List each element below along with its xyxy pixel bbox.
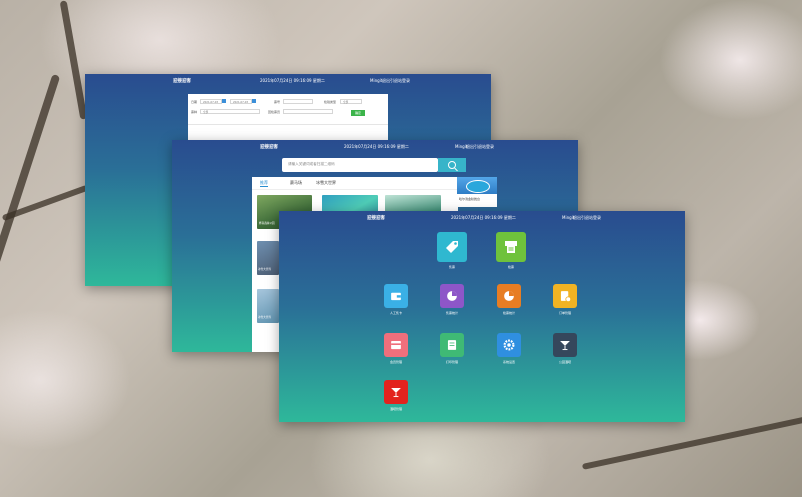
background-branch: [0, 73, 61, 277]
date-to-input[interactable]: 2021-07-03: [230, 99, 252, 104]
promo-image: [457, 177, 497, 194]
wallet-icon: [384, 284, 408, 308]
check-type-label: 检验类型: [324, 100, 337, 104]
app-check-stats[interactable]: 检票统计: [497, 284, 521, 315]
app-print-manage[interactable]: 打印管理: [440, 333, 464, 364]
app-system-settings[interactable]: 系统设置: [497, 333, 521, 364]
app-label: 酒吧管理: [389, 407, 402, 411]
app-label: 人工售卡: [389, 311, 402, 315]
app-park-bar[interactable]: 公园酒吧: [553, 333, 577, 364]
logout-link[interactable]: 退出: [466, 144, 474, 150]
ticket-type-label: 票种: [191, 110, 198, 114]
logout-link[interactable]: 退出: [382, 78, 390, 84]
app-title: 迎接迎客: [367, 216, 385, 221]
search-button[interactable]: [438, 158, 466, 172]
app-check-ticket[interactable]: 检票: [496, 232, 526, 269]
checker-label: 回检票员: [268, 110, 281, 114]
header-datetime: 2021年07月24日 09:16:09 星期二: [344, 144, 409, 149]
promo-badge-icon: [466, 180, 490, 193]
confirm-button[interactable]: 确定: [351, 110, 365, 116]
date-from-input[interactable]: 2021-07-03: [200, 99, 222, 104]
order-icon: [553, 284, 577, 308]
station-login-link[interactable]: 引退站登录: [390, 78, 410, 84]
app-manual-card[interactable]: 人工售卡: [384, 284, 408, 315]
tab-ice-world[interactable]: 冰雪大世界: [316, 180, 336, 186]
thumbnail-caption: 桦南森林公园: [259, 222, 275, 225]
thumbnail-caption: 冰雪大世界: [258, 268, 271, 271]
app-label: 公园酒吧: [558, 360, 571, 364]
check-type-select[interactable]: 全部: [340, 99, 362, 104]
divider: [252, 189, 458, 190]
scenic-thumbnail[interactable]: 冰雪大世界: [257, 289, 279, 323]
ticket-machine-icon: [496, 232, 526, 262]
date-label: 日期: [191, 100, 198, 104]
thumbnail-caption: 冰雪大世界: [258, 316, 271, 319]
ticket-no-label: 票号: [274, 100, 281, 104]
tab-racecourse[interactable]: 赛马场: [290, 180, 302, 186]
card-icon: [384, 333, 408, 357]
pie-chart-icon: [497, 284, 521, 308]
calendar-icon[interactable]: [252, 99, 256, 103]
app-label: 检票: [507, 265, 514, 269]
promo-card[interactable]: 哈尔滨金秋舞台: [457, 177, 497, 207]
app-title: 迎接迎客: [260, 145, 278, 150]
window-header: 迎接迎客 2021年07月24日 09:16:09 星期二 Mingit 退出 …: [85, 74, 491, 88]
app-label: 会员管理: [389, 360, 402, 364]
background-branch: [581, 416, 802, 470]
app-bar-manage[interactable]: 酒吧管理: [384, 380, 408, 411]
window-dashboard: 迎接迎客 2021年07月24日 09:16:09 星期二 Mingit 退出 …: [279, 211, 685, 422]
ticket-type-select[interactable]: 全部: [200, 109, 260, 114]
app-label: 订单管理: [558, 311, 571, 315]
tag-icon: [437, 232, 467, 262]
station-login-link[interactable]: 引退站登录: [581, 215, 601, 221]
app-label: 售票: [448, 265, 455, 269]
station-login-link[interactable]: 引退站登录: [474, 144, 494, 150]
background-branch: [59, 0, 88, 120]
app-member-manage[interactable]: 会员管理: [384, 333, 408, 364]
header-datetime: 2021年07月24日 09:16:09 星期二: [260, 78, 325, 83]
search-placeholder: 请输入关键词或者扫描二维码: [288, 162, 335, 166]
gear-icon: [497, 333, 521, 357]
pie-chart-icon: [440, 284, 464, 308]
app-title: 迎接迎客: [173, 79, 191, 84]
scenic-thumbnail[interactable]: 冰雪大世界: [257, 241, 279, 275]
app-sell-ticket[interactable]: 售票: [437, 232, 467, 269]
app-label: 系统设置: [502, 360, 515, 364]
promo-text: 哈尔滨金秋舞台: [459, 197, 481, 201]
app-order-manage[interactable]: 订单管理: [553, 284, 577, 315]
app-label: 检票统计: [502, 311, 515, 315]
divider: [188, 124, 388, 125]
search-input[interactable]: 请输入关键词或者扫描二维码: [282, 158, 438, 172]
window-header: 迎接迎客 2021年07月24日 09:16:09 星期二 Mingit 退出 …: [172, 140, 578, 154]
app-sales-stats[interactable]: 售票统计: [440, 284, 464, 315]
user-link[interactable]: Mingit: [370, 78, 382, 83]
logout-link[interactable]: 退出: [573, 215, 581, 221]
header-datetime: 2021年07月24日 09:16:09 星期二: [451, 215, 516, 220]
app-label: 打印管理: [445, 360, 458, 364]
window-header: 迎接迎客 2021年07月24日 09:16:09 星期二 Mingit 退出 …: [279, 211, 685, 225]
print-icon: [440, 333, 464, 357]
checker-input[interactable]: [283, 109, 333, 114]
app-label: 售票统计: [445, 311, 458, 315]
ticket-no-input[interactable]: [283, 99, 313, 104]
calendar-icon[interactable]: [222, 99, 226, 103]
tab-recommend[interactable]: 推荐: [260, 180, 268, 187]
cocktail-icon: [553, 333, 577, 357]
search-icon: [448, 161, 456, 169]
cocktail-icon: [384, 380, 408, 404]
